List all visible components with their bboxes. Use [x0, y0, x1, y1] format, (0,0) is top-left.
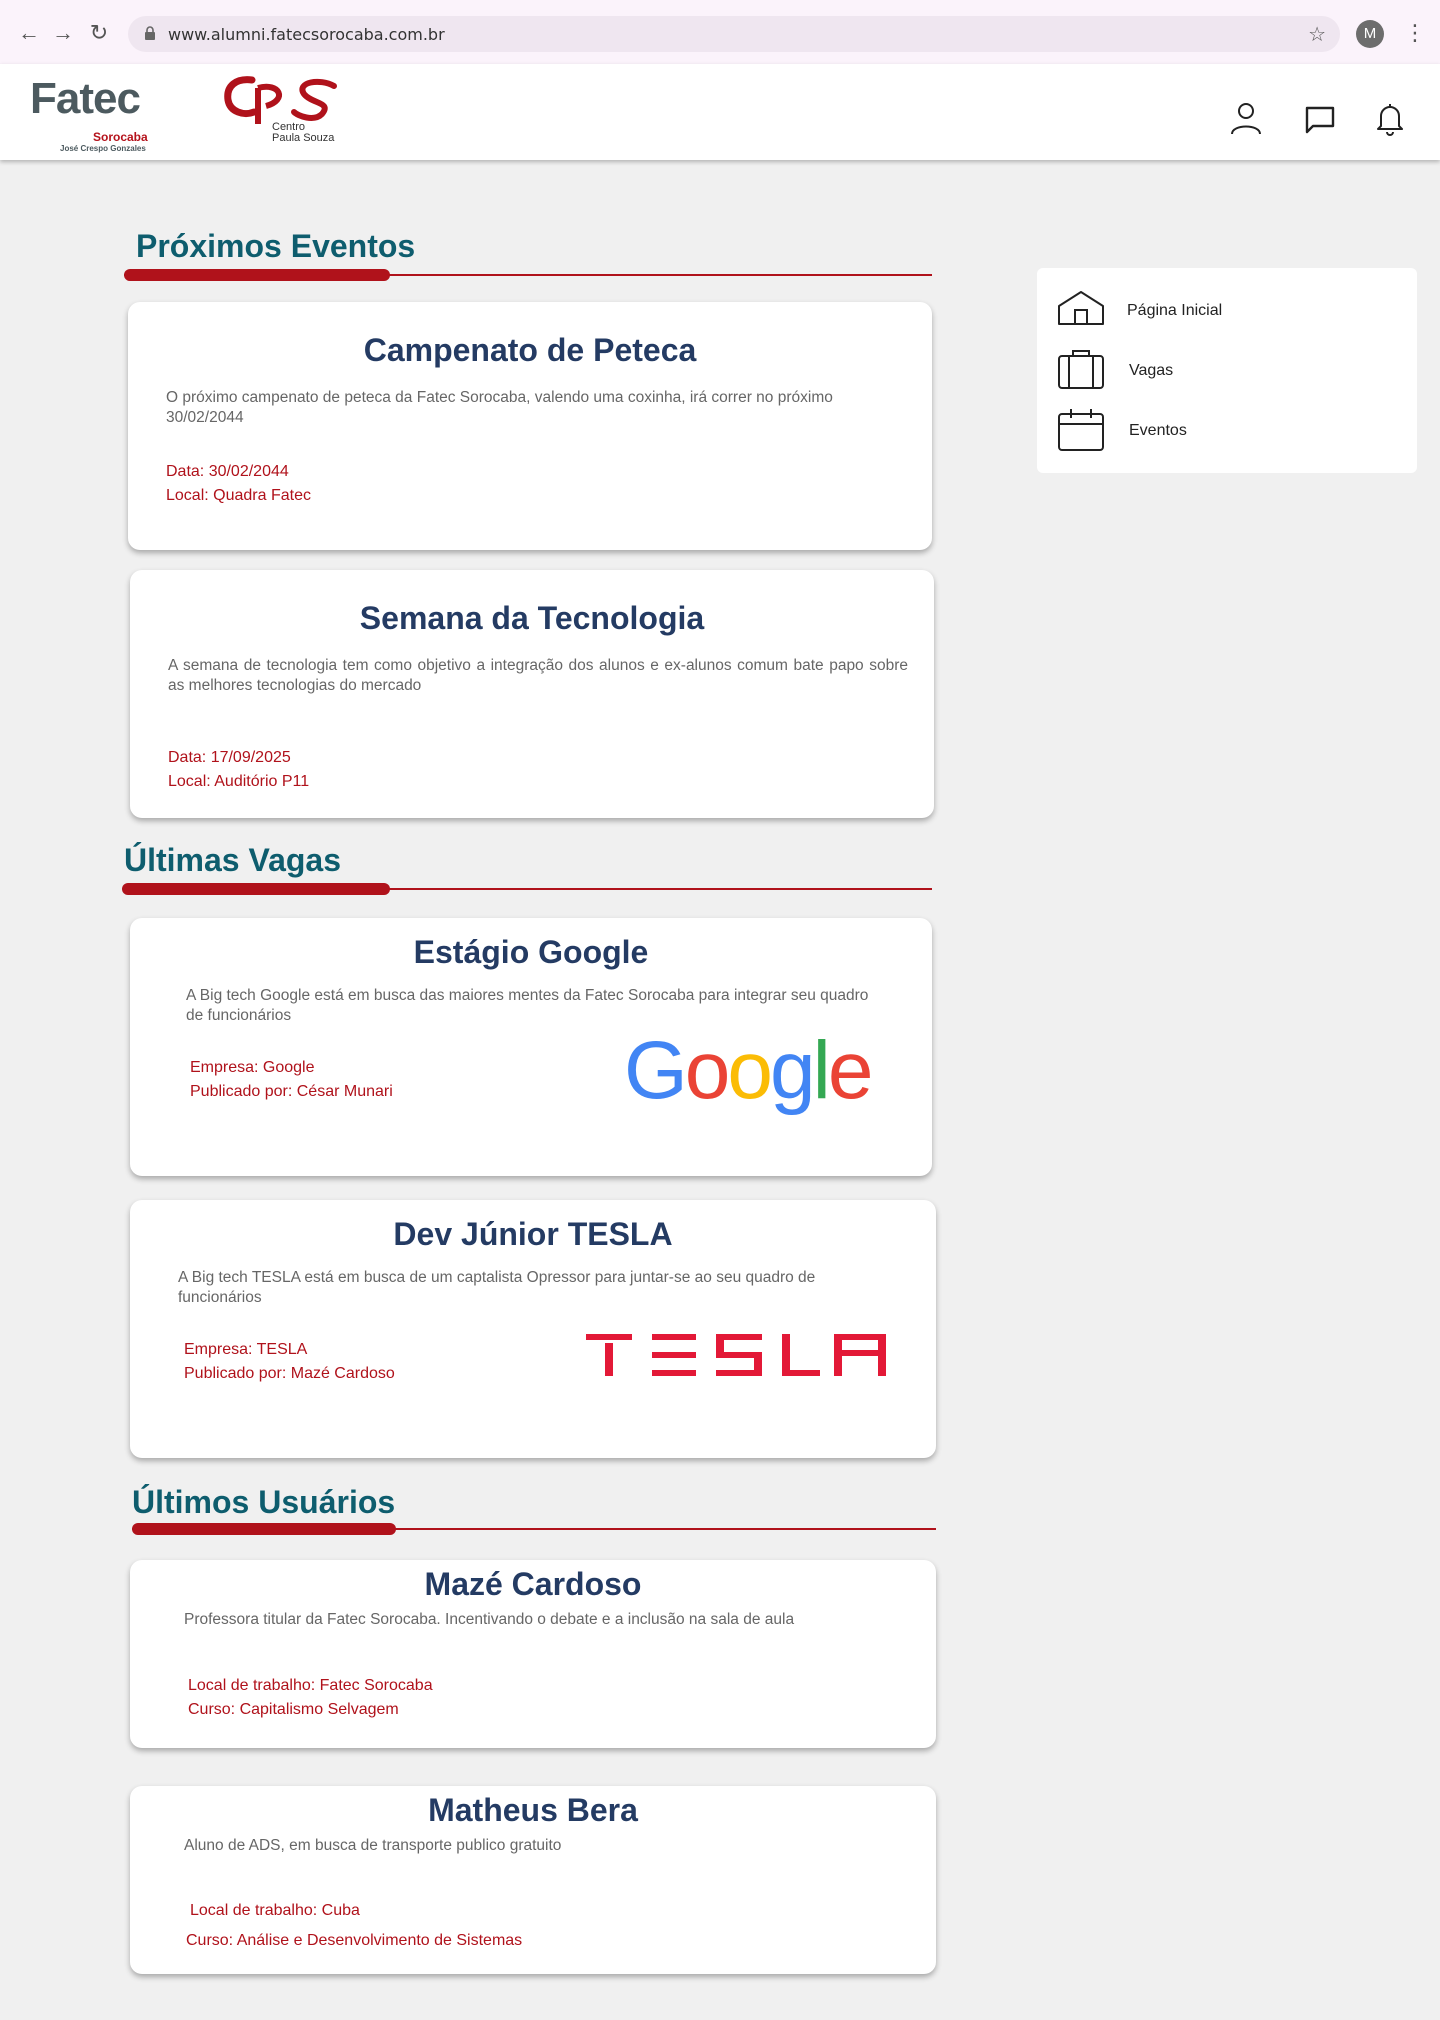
browser-toolbar: ← → ↻ www.alumni.fatecsorocaba.com.br ☆ …	[0, 0, 1440, 64]
url-text: www.alumni.fatecsorocaba.com.br	[168, 25, 445, 44]
event-location: Local: Quadra Fatec	[166, 487, 311, 504]
fatec-logo[interactable]: Fatec Sorocaba José Crespo Gonzales	[30, 74, 160, 154]
app-header: Fatec Sorocaba José Crespo Gonzales Cent…	[0, 64, 1440, 160]
user-name: Mazé Cardoso	[424, 1566, 642, 1602]
profile-avatar[interactable]: M	[1356, 20, 1384, 48]
job-company: Empresa: TESLA	[184, 1341, 308, 1358]
events-divider-accent	[124, 269, 390, 281]
google-logo: Google	[624, 1032, 873, 1116]
user-workplace: Local de trabalho: Fatec Sorocaba	[188, 1677, 433, 1694]
sidebar-item-home[interactable]: Página Inicial	[1057, 288, 1357, 334]
address-bar[interactable]: www.alumni.fatecsorocaba.com.br ☆	[128, 16, 1340, 52]
job-description: A Big tech Google está em busca das maio…	[186, 987, 869, 1024]
sidebar-item-vagas[interactable]: Vagas	[1057, 348, 1357, 394]
event-card[interactable]: Campenato de Peteca O próximo campenato …	[128, 302, 932, 550]
event-location: Local: Auditório P11	[168, 773, 310, 790]
sidebar-item-label: Vagas	[1129, 362, 1174, 379]
sidebar-item-label: Eventos	[1129, 422, 1187, 439]
users-divider-accent	[132, 1523, 396, 1535]
event-date: Data: 17/09/2025	[168, 749, 291, 766]
bookmark-star-icon[interactable]: ☆	[1308, 22, 1326, 47]
user-card[interactable]: Matheus Bera Aluno de ADS, em busca de t…	[130, 1786, 936, 1974]
user-course: Curso: Análise e Desenvolvimento de Sist…	[186, 1932, 523, 1949]
bell-icon[interactable]	[1372, 100, 1408, 136]
reload-icon[interactable]: ↻	[86, 20, 112, 46]
user-card[interactable]: Mazé Cardoso Professora titular da Fatec…	[130, 1560, 936, 1748]
user-course: Curso: Capitalismo Selvagem	[188, 1701, 399, 1718]
job-card[interactable]: Estágio Google A Big tech Google está em…	[130, 918, 932, 1176]
user-name: Matheus Bera	[428, 1792, 638, 1828]
users-section-title: Últimos Usuários	[132, 1484, 396, 1520]
cps-logo[interactable]: Centro Paula Souza	[222, 74, 342, 154]
events-section-title: Próximos Eventos	[136, 228, 416, 264]
user-bio: Professora titular da Fatec Sorocaba. In…	[184, 1611, 795, 1628]
jobs-section-title: Últimas Vagas	[124, 842, 341, 878]
event-card[interactable]: Semana da Tecnologia A semana de tecnolo…	[130, 570, 934, 818]
event-description: A semana de tecnologia tem como objetivo…	[168, 657, 908, 694]
event-title: Semana da Tecnologia	[359, 600, 705, 636]
svg-text:Google: Google	[624, 1032, 870, 1116]
job-published-by: Publicado por: Mazé Cardoso	[184, 1365, 395, 1382]
job-title: Estágio Google	[413, 934, 649, 970]
event-title: Campenato de Peteca	[363, 332, 697, 368]
forward-arrow-icon[interactable]: →	[50, 20, 76, 46]
user-workplace: Local de trabalho: Cuba	[190, 1902, 360, 1919]
job-description: A Big tech TESLA está em busca de um cap…	[178, 1269, 816, 1306]
browser-menu-icon[interactable]: ⋮	[1404, 18, 1426, 48]
user-bio: Aluno de ADS, em busca de transporte pub…	[184, 1837, 562, 1854]
event-date: Data: 30/02/2044	[166, 463, 289, 480]
chat-icon[interactable]	[1302, 100, 1338, 136]
calendar-icon	[1058, 409, 1104, 451]
home-icon	[1058, 291, 1104, 325]
event-description: O próximo campenato de peteca da Fatec S…	[166, 389, 833, 426]
job-published-by: Publicado por: César Munari	[190, 1083, 393, 1100]
sidebar-nav: Página Inicial Vagas Eventos	[1037, 268, 1417, 473]
back-arrow-icon[interactable]: ←	[16, 20, 42, 46]
sidebar-item-label: Página Inicial	[1127, 302, 1223, 319]
sidebar-item-eventos[interactable]: Eventos	[1057, 408, 1357, 454]
tesla-logo	[586, 1334, 886, 1376]
user-icon[interactable]	[1228, 100, 1264, 136]
lock-icon	[145, 26, 155, 40]
briefcase-icon	[1058, 350, 1104, 389]
jobs-divider-accent	[122, 883, 390, 895]
job-company: Empresa: Google	[190, 1059, 315, 1076]
cps-mark-icon	[224, 76, 337, 136]
job-card[interactable]: Dev Júnior TESLA A Big tech TESLA está e…	[130, 1200, 936, 1458]
job-title: Dev Júnior TESLA	[393, 1216, 673, 1252]
